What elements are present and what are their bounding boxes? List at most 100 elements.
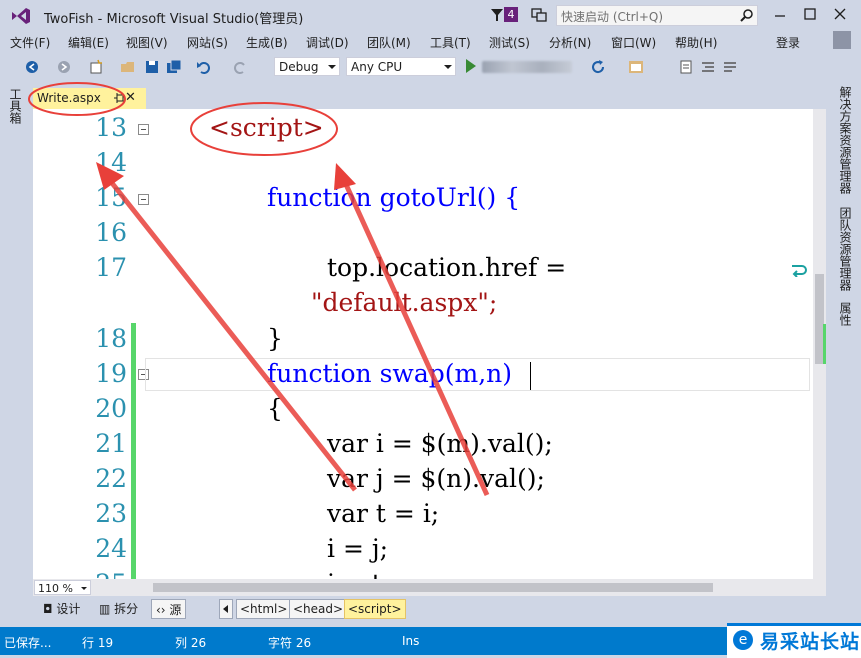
notification-badge[interactable]: 4 (504, 7, 518, 22)
status-saved: 已保存... (4, 636, 52, 650)
change-overview-marker (823, 324, 826, 364)
right-tool-rail: 解决方案资源管理器 团队资源管理器 属性 (831, 82, 861, 627)
document-outline-icon[interactable] (678, 59, 694, 75)
menu-file[interactable]: 文件(F) (10, 34, 50, 51)
feedback-icon[interactable] (530, 6, 548, 24)
horizontal-scroll-bar: 110 % (33, 579, 826, 596)
menu-analyze[interactable]: 分析(N) (549, 34, 591, 51)
code-line-17: top.location.href = (327, 253, 567, 282)
menu-view[interactable]: 视图(V) (126, 34, 168, 51)
chevron-down-icon (444, 65, 452, 69)
save-all-icon[interactable] (166, 59, 182, 75)
format-document-icon[interactable] (700, 59, 716, 75)
line-number: 15 (95, 183, 127, 212)
search-icon (740, 9, 753, 22)
breadcrumb-head[interactable]: <head> (289, 599, 348, 619)
menu-build[interactable]: 生成(B) (246, 34, 288, 51)
new-project-icon[interactable] (88, 59, 104, 75)
menu-website[interactable]: 网站(S) (187, 34, 228, 51)
design-view-button[interactable]: ◘ 设计 (39, 599, 84, 619)
redo-icon[interactable] (232, 59, 248, 75)
navigate-forward-icon[interactable] (56, 59, 72, 75)
open-file-icon[interactable] (120, 59, 136, 75)
solution-configuration-select[interactable]: Debug (274, 57, 340, 76)
zoom-select[interactable]: 110 % (34, 580, 91, 595)
source-icon: ‹› (156, 603, 170, 617)
split-icon: ▥ (99, 602, 115, 616)
minimize-button[interactable] (768, 4, 792, 24)
login-link[interactable]: 登录 (776, 34, 800, 51)
start-debugging-icon[interactable] (466, 59, 476, 73)
browser-link-icon[interactable] (628, 59, 644, 75)
properties-tab[interactable]: 属性 (838, 302, 854, 326)
code-editor[interactable]: 13 14 15 16 17 18 19 20 21 22 23 24 25 <… (33, 109, 826, 579)
menu-test[interactable]: 测试(S) (489, 34, 530, 51)
blurred-run-target[interactable] (482, 61, 572, 73)
pin-icon[interactable] (113, 91, 125, 105)
close-icon[interactable]: ✕ (125, 91, 137, 105)
menu-tools[interactable]: 工具(T) (430, 34, 471, 51)
quick-launch-input[interactable]: 快速启动 (Ctrl+Q) (556, 5, 758, 26)
filter-flag-icon[interactable] (490, 7, 504, 23)
team-explorer-tab[interactable]: 团队资源管理器 (838, 207, 854, 291)
line-number: 23 (95, 499, 127, 528)
line-number: 21 (95, 429, 127, 458)
design-icon: ◘ (43, 602, 57, 616)
breadcrumb-script[interactable]: <script> (344, 599, 406, 619)
site-watermark: e 易采站长站 (727, 623, 861, 658)
toolbox-tab[interactable]: 工具箱 (8, 88, 24, 124)
navigate-back-icon[interactable] (24, 59, 40, 75)
code-line-13: <script> (209, 113, 324, 142)
menu-help[interactable]: 帮助(H) (675, 34, 717, 51)
solution-explorer-tab[interactable]: 解决方案资源管理器 (838, 86, 854, 194)
code-line-20: { (267, 394, 283, 423)
code-line-22: var j = $(n).val(); (327, 464, 545, 493)
close-window-button[interactable] (828, 4, 852, 24)
split-view-button[interactable]: ▥ 拆分 (95, 599, 142, 619)
account-icon[interactable] (833, 31, 851, 49)
source-label: 源 (169, 603, 182, 617)
menu-debug[interactable]: 调试(D) (306, 34, 349, 51)
line-number: 17 (95, 253, 127, 282)
solution-platform-select[interactable]: Any CPU (346, 57, 456, 76)
line-number: 16 (95, 218, 127, 247)
breadcrumb-scroll-left[interactable] (219, 599, 233, 619)
line-number: 19 (95, 359, 127, 388)
code-line-21: var i = $(m).val(); (327, 429, 553, 458)
maximize-button[interactable] (798, 4, 822, 24)
menu-window[interactable]: 窗口(W) (611, 34, 656, 51)
status-column: 列 26 (175, 636, 207, 650)
window-title: TwoFish - Microsoft Visual Studio(管理员) (44, 12, 304, 27)
word-wrap-icon (792, 265, 807, 277)
menu-edit[interactable]: 编辑(E) (68, 34, 109, 51)
code-line-25: j = t; (327, 569, 390, 579)
line-number: 14 (95, 148, 127, 177)
breadcrumb-html[interactable]: <html> (236, 599, 292, 619)
scrollbar-thumb[interactable] (153, 583, 713, 592)
line-number: 20 (95, 394, 127, 423)
menu-team[interactable]: 团队(M) (367, 34, 411, 51)
chevron-left-icon (223, 605, 228, 613)
refresh-icon[interactable] (590, 59, 606, 75)
status-insert-mode: Ins (402, 634, 420, 648)
line-number: 13 (95, 113, 127, 142)
comment-out-icon[interactable] (722, 59, 738, 75)
design-label: 设计 (56, 602, 81, 616)
text-caret (530, 362, 531, 390)
code-line-19: function swap(m,n) (267, 359, 512, 388)
undo-icon[interactable] (196, 59, 212, 75)
document-tab-strip: Write.aspx ✕ (28, 82, 831, 109)
source-view-button[interactable]: ‹› 源 (151, 599, 187, 619)
fold-toggle-icon[interactable] (138, 124, 149, 135)
view-switcher-bar: ◘ 设计 ▥ 拆分 ‹› 源 <html> <head> <script> (33, 596, 826, 622)
status-line: 行 19 (82, 636, 114, 650)
save-icon[interactable] (144, 59, 160, 75)
code-line-15: function gotoUrl() { (267, 183, 521, 212)
vertical-scrollbar[interactable] (813, 109, 826, 579)
title-bar: TwoFish - Microsoft Visual Studio(管理员) 4… (0, 0, 861, 31)
line-number: 25 (33, 569, 127, 579)
fold-toggle-icon[interactable] (138, 194, 149, 205)
menu-bar: 文件(F) 编辑(E) 视图(V) 网站(S) 生成(B) 调试(D) 团队(M… (0, 31, 861, 53)
standard-toolbar: Debug Any CPU (0, 53, 861, 82)
line-number: 24 (95, 534, 127, 563)
